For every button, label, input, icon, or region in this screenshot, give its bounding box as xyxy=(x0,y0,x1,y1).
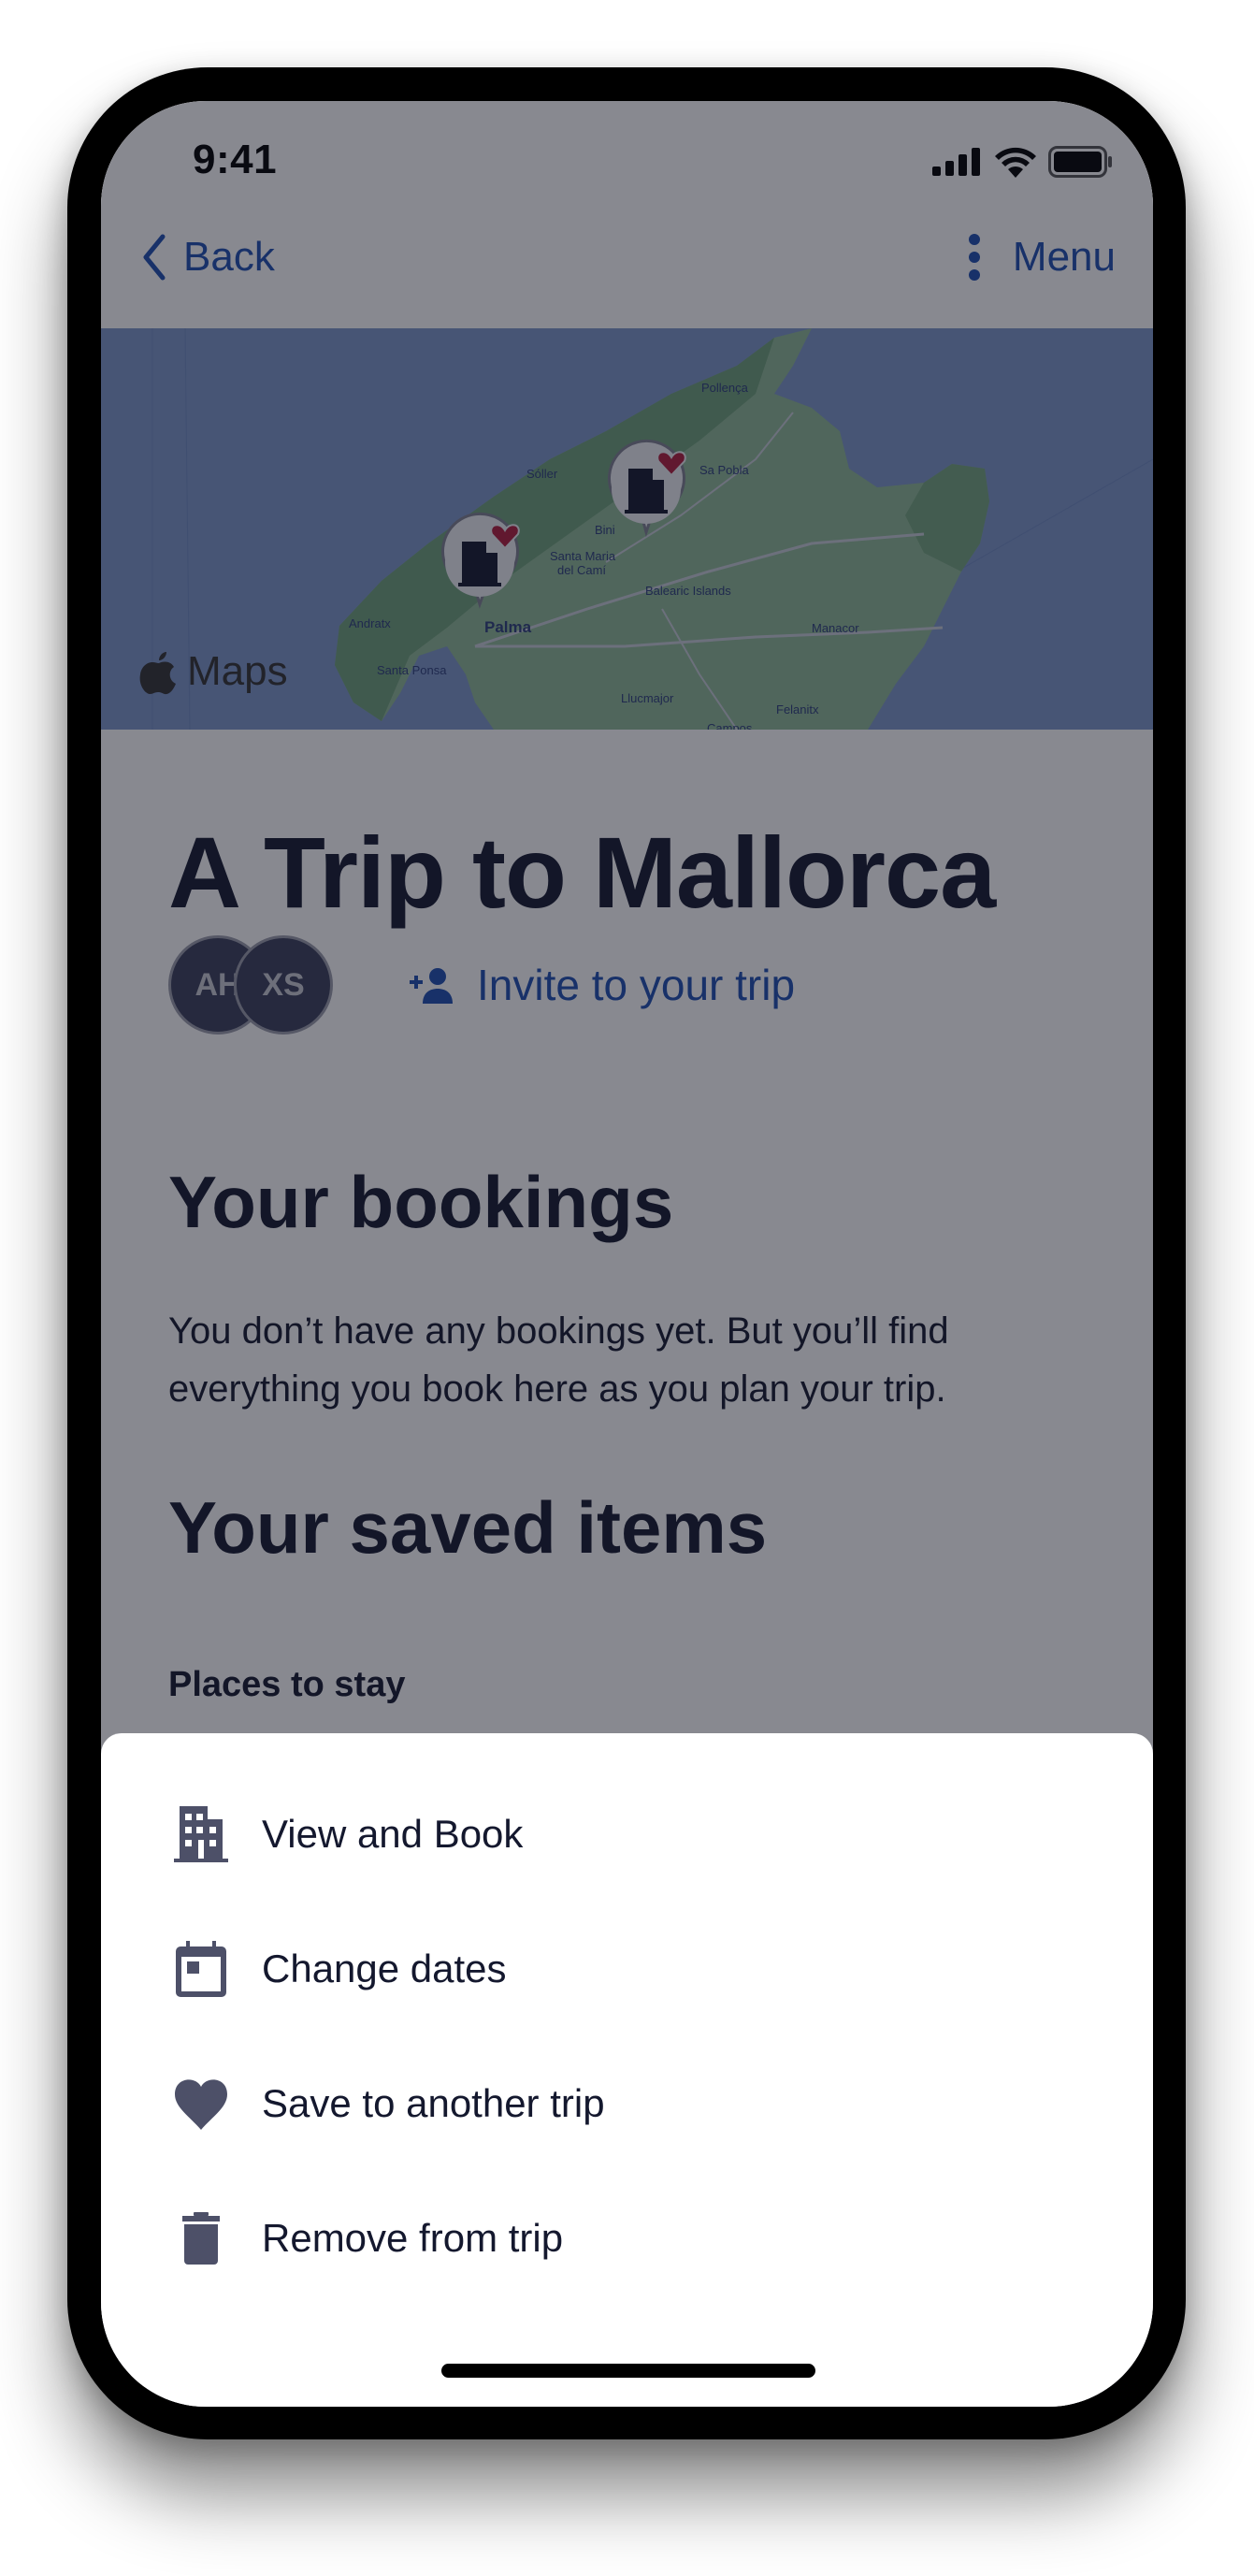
calendar-icon xyxy=(176,1941,226,1997)
action-label: View and Book xyxy=(262,1812,524,1856)
view-and-book-action[interactable]: View and Book xyxy=(172,1797,523,1872)
remove-from-trip-action[interactable]: Remove from trip xyxy=(172,2201,563,2276)
action-label: Remove from trip xyxy=(262,2216,564,2260)
phone-frame: 9:41 xyxy=(67,67,1186,2439)
action-label: Change dates xyxy=(262,1946,507,1990)
heart-icon xyxy=(175,2079,227,2130)
action-sheet: View and Book Change dates Save to anoth… xyxy=(101,1733,1153,2407)
change-dates-action[interactable]: Change dates xyxy=(172,1932,507,2006)
save-to-another-trip-action[interactable]: Save to another trip xyxy=(172,2066,605,2141)
home-indicator[interactable] xyxy=(441,2364,815,2378)
phone-screen: 9:41 xyxy=(101,101,1153,2407)
action-label: Save to another trip xyxy=(262,2081,605,2125)
trash-icon xyxy=(182,2212,220,2265)
building-icon xyxy=(174,1806,228,1862)
